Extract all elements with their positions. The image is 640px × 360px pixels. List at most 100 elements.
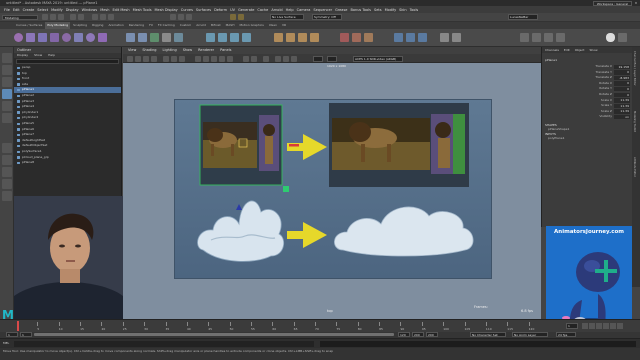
cb-attribute-row[interactable]: Visibility on [542,114,640,120]
cb-attribute-value[interactable]: on [614,114,630,120]
shelf-tab-arnold[interactable]: Arnold [194,22,208,29]
menu-grease[interactable]: Grease [335,8,347,12]
shelf-tab-bifrost[interactable]: Bifrost [209,22,223,29]
menu-file[interactable]: File [4,8,10,12]
camera-attributes-icon[interactable] [135,55,141,62]
shelf-tab-fx[interactable]: FX [147,22,155,29]
menu-mesh-tools[interactable]: Mesh Tools [133,8,152,12]
undo-icon[interactable] [70,14,76,20]
cb-attribute-value[interactable]: 11.39 [614,103,630,109]
gamma-field[interactable] [327,55,337,62]
range-outer-end-field[interactable]: 200 [412,332,424,337]
render-icon[interactable] [230,14,236,20]
menu-curves[interactable]: Curves [181,8,193,12]
poly-disc-icon[interactable] [86,33,95,42]
lion-panel-left[interactable] [199,104,289,192]
lion-panel-right[interactable] [329,103,469,187]
antialiasing-icon[interactable] [283,55,289,62]
custom-shelf-icon-3[interactable] [544,33,553,42]
planar-map-icon[interactable] [352,33,361,42]
cloud-right[interactable] [334,206,474,257]
open-scene-icon[interactable] [50,14,56,20]
mirror-icon[interactable] [174,33,183,42]
shelf-tab-fx-caching[interactable]: FX Caching [156,22,177,29]
xray-icon[interactable] [243,55,249,62]
menu-windows[interactable]: Windows [82,8,98,12]
menu-select[interactable]: Select [37,8,48,12]
menu-uv[interactable]: UV [230,8,235,12]
menu-help[interactable]: Help [286,8,294,12]
paint-select-tool-icon[interactable] [2,77,12,87]
menu-create[interactable]: Create [23,8,35,12]
menu-set-dropdown[interactable]: Modeling [2,15,38,20]
outliner-layout-icon[interactable] [2,167,12,177]
ipr-render-icon[interactable] [238,14,244,20]
cb-tab-object[interactable]: Object [575,47,585,53]
step-back-icon[interactable] [589,323,595,329]
menu-surfaces[interactable]: Surfaces [196,8,211,12]
cb-tab-show[interactable]: Show [589,47,597,53]
color-space-dropdown[interactable]: ACES 1.0 SDR-video (sRGB) [353,55,403,62]
menu-generate[interactable]: Generate [238,8,254,12]
range-bar[interactable] [34,333,394,336]
select-tool-icon[interactable] [2,53,12,63]
outliner-menu-display[interactable]: Display [17,53,28,58]
shelf-tab-rigging[interactable]: Rigging [90,22,105,29]
cb-attribute-value[interactable]: 0 [614,92,630,97]
menu-cache[interactable]: Cache [257,8,268,12]
menu-modify[interactable]: Modify [385,8,397,12]
image-plane-icon[interactable] [151,55,157,62]
step-forward-icon[interactable] [610,323,616,329]
depth-of-field-icon[interactable] [291,55,297,62]
custom-shelf-icon-2[interactable] [532,33,541,42]
shelf-tab-rendering[interactable]: Rendering [127,22,146,29]
workspace-dropdown[interactable]: Workspace : General [592,1,632,6]
snap-together-icon[interactable] [440,33,449,42]
cb-attribute-value[interactable]: 11.39 [614,109,630,114]
side-tab-modeling-toolkit[interactable]: Modeling Toolkit [633,111,636,132]
select-object-icon[interactable] [100,14,106,20]
boolean-icon[interactable] [162,33,171,42]
outliner-item[interactable]: pPlane8 [14,160,121,166]
freeze-icon[interactable] [394,33,403,42]
viewport-menu-show[interactable]: Show [183,47,192,54]
delete-history-icon[interactable] [418,33,427,42]
lasso-tool-icon[interactable] [2,65,12,75]
poly-sphere-icon[interactable] [14,33,23,42]
outliner-menu-show[interactable]: Show [34,53,42,58]
shelf-tab-poly-modeling[interactable]: Poly Modeling [45,22,71,29]
shelf-tab-animation[interactable]: Animation [106,22,125,29]
shelf-tab-mash[interactable]: MASH [224,22,237,29]
lights-icon[interactable] [219,55,225,62]
range-end2-field[interactable]: 200 [426,332,438,337]
scene-plane[interactable] [174,99,492,279]
save-scene-icon[interactable] [58,14,64,20]
custom-shelf-icon-1[interactable] [520,33,529,42]
menu-mesh-display[interactable]: Mesh Display [155,8,178,12]
rotate-tool-icon[interactable] [2,101,12,111]
platonic-icon[interactable] [98,33,107,42]
cb-attribute-value[interactable]: 0 [614,86,630,92]
redo-icon[interactable] [78,14,84,20]
anim-layer-dropdown[interactable]: No Anim Layer [512,332,548,337]
menu-sets[interactable]: Sets [374,8,382,12]
range-inner-start-field[interactable]: 1 [20,332,32,337]
single-view-icon[interactable] [2,143,12,153]
isolate-select-icon[interactable] [263,55,269,62]
hypershade-layout-icon[interactable] [2,191,12,201]
cb-attribute-value[interactable]: -8.983 [614,75,630,81]
menu-bonus-tools[interactable]: Bonus Tools [350,8,371,12]
time-slider[interactable]: 5 10 15 20 25 30 35 40 45 50 55 60 65 70 75 80 85 90 95 100… [0,319,640,332]
auto-map-icon[interactable] [364,33,373,42]
fill-hole-icon[interactable] [242,33,251,42]
wireframe-icon[interactable] [195,55,201,62]
shadows-icon[interactable] [227,55,233,62]
grid-icon[interactable] [163,55,169,62]
bridge-icon[interactable] [218,33,227,42]
menu-arnold[interactable]: Arnold [271,8,282,12]
cb-attribute-value[interactable]: 11.39 [614,98,630,103]
cb-attribute-value[interactable]: 0 [614,81,630,86]
range-end-field[interactable]: 120 [398,332,410,337]
viewport-menu-view[interactable]: View [128,47,136,54]
viewport-menu-lighting[interactable]: Lighting [163,47,177,54]
